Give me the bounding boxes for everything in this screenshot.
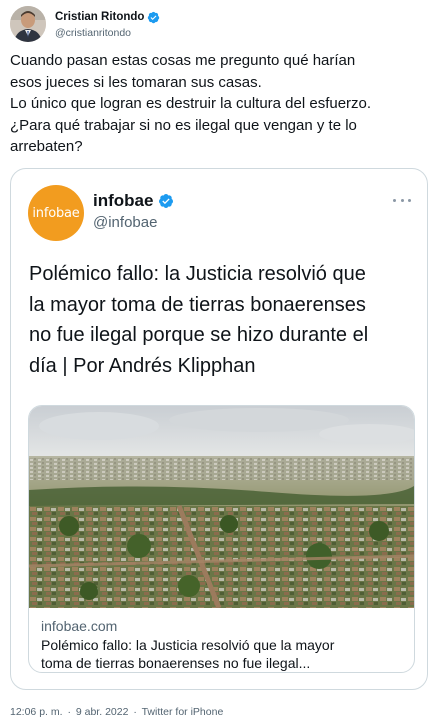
quoted-tweet-text: Polémico fallo: la Justicia resolvió que… — [29, 259, 421, 381]
tweet-text: Cuando pasan estas cosas me pregunto qué… — [10, 50, 428, 158]
quoted-text-line: no fue ilegal porque se hizo durante el — [29, 324, 369, 346]
quoted-text-line: día | Por Andrés Klipphan — [29, 354, 256, 377]
separator-dot: · — [67, 706, 71, 718]
more-horizontal-icon[interactable] — [393, 197, 411, 203]
quoted-author-handle[interactable]: @infobae — [93, 213, 174, 233]
author-handle[interactable]: @cristianritondo — [55, 26, 160, 40]
link-card-title-line: Polémico fallo: la Justicia resolvió que… — [41, 637, 335, 653]
quoted-text-line: la mayor toma de tierras bonaerenses — [29, 293, 366, 316]
tweet-text-line: esos jueces si les tomaran sus casas. — [10, 73, 262, 91]
quoted-author-info: infobae @infobae — [93, 191, 174, 233]
author-avatar[interactable] — [10, 6, 46, 42]
link-card-domain: infobae.com — [41, 618, 118, 634]
author-avatar-photo — [10, 6, 46, 42]
more-dot — [393, 198, 396, 202]
more-dot — [408, 198, 411, 202]
quoted-tweet[interactable]: infobae infobae @infobae Polémico fallo:… — [10, 168, 428, 690]
infobae-logo: infobae — [32, 205, 80, 221]
author-info: Cristian Ritondo @cristianritondo — [55, 10, 160, 40]
tweet-source[interactable]: Twitter for iPhone — [142, 706, 224, 718]
author-name[interactable]: Cristian Ritondo — [55, 10, 144, 24]
tweet-header: Cristian Ritondo @cristianritondo — [10, 6, 430, 46]
link-card-title-line: toma de tierras bonaerenses no fue ilega… — [41, 655, 311, 671]
separator-dot: · — [133, 706, 137, 718]
tweet-time[interactable]: 12:06 p. m. — [10, 706, 63, 718]
verified-badge-icon — [148, 11, 160, 23]
quoted-author-avatar[interactable]: infobae — [28, 185, 84, 241]
link-preview-card[interactable]: infobae.com Polémico fallo: la Justicia … — [28, 405, 415, 673]
tweet-text-line: arrebaten? — [10, 138, 83, 155]
tweet-text-line: Lo único que logran es destruir la cultu… — [10, 95, 372, 112]
verified-badge-icon — [159, 194, 174, 208]
quoted-text-line: Polémico fallo: la Justicia resolvió que — [29, 263, 366, 285]
tweet-text-line: ¿Para qué trabajar si no es ilegal que v… — [10, 116, 357, 134]
tweet-text-line: Cuando pasan estas cosas me pregunto qué… — [10, 52, 356, 69]
tweet-date[interactable]: 9 abr. 2022 — [76, 706, 129, 718]
more-dot — [400, 198, 404, 202]
aerial-view-settlement-image — [29, 406, 414, 608]
link-card-title: Polémico fallo: la Justicia resolvió que… — [41, 636, 406, 672]
quoted-author-name[interactable]: infobae — [93, 191, 153, 211]
tweet-footer: 12:06 p. m. · 9 abr. 2022 · Twitter for … — [10, 705, 223, 719]
